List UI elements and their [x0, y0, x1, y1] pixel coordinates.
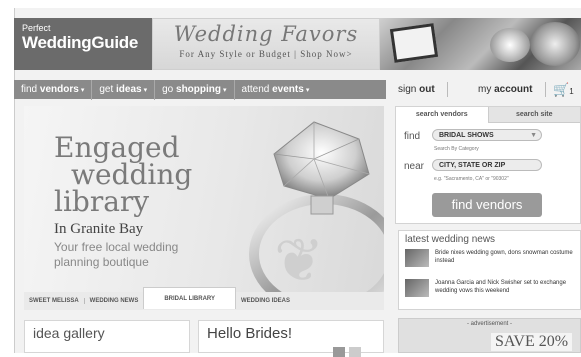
- tab-bridal-library[interactable]: BRIDAL LIBRARY: [143, 287, 237, 309]
- nav-get-ideas[interactable]: get ideas ▾: [92, 79, 156, 100]
- nav-label-pre: get: [99, 83, 117, 95]
- nav-divider: [545, 82, 546, 97]
- tab-wedding-ideas[interactable]: WEDDING IDEAS: [236, 298, 295, 304]
- main-nav: find vendors ▾ get ideas ▾ go shopping ▾ at…: [14, 79, 386, 100]
- nav-label-pre: go: [162, 83, 177, 95]
- find-label: find: [404, 131, 421, 142]
- advertisement[interactable]: - advertisement - SAVE 20%: [398, 318, 581, 353]
- tab-sweet-melissa[interactable]: SWEET MELISSA: [24, 298, 85, 304]
- my-account-link[interactable]: my account: [478, 80, 532, 99]
- news-thumbnail-image: [405, 249, 429, 267]
- banner-title: Wedding Favors: [173, 22, 359, 46]
- news-headline: Bride nixes wedding gown, dons snowman c…: [435, 250, 573, 264]
- site-logo[interactable]: Perfect WeddingGuide: [14, 18, 152, 70]
- vendor-search-panel: search vendors search site find BRIDAL S…: [395, 106, 581, 224]
- tab-wedding-news[interactable]: WEDDING NEWS: [85, 298, 144, 304]
- banner-photo[interactable]: [380, 18, 581, 70]
- news-item[interactable]: Joanna Garcia and Nick Swisher set to ex…: [405, 279, 575, 297]
- hero-subtitle-line1: Your free local wedding: [54, 240, 179, 254]
- cart-button[interactable]: 🛒1: [553, 82, 574, 98]
- ad-label: - advertisement -: [466, 321, 512, 327]
- photo-frame-image: [389, 23, 439, 63]
- hero-title-line2: wedding: [71, 158, 193, 191]
- nav-go-shopping[interactable]: go shopping ▾: [155, 79, 235, 100]
- ring-photo-image: [490, 28, 530, 62]
- find-vendors-button[interactable]: find vendors: [432, 193, 542, 217]
- news-thumbnail-image: [405, 279, 429, 297]
- news-item[interactable]: Bride nixes wedding gown, dons snowman c…: [405, 249, 575, 267]
- location-input-value: CITY, STATE OR ZIP: [439, 162, 506, 169]
- nav-label-bold: ideas: [116, 83, 142, 95]
- latest-news-panel: latest wedding news Bride nixes wedding …: [398, 230, 581, 310]
- chevron-down-icon: ▾: [305, 86, 310, 94]
- sign-out-link[interactable]: sign out: [398, 80, 435, 99]
- cart-icon: 🛒: [553, 82, 570, 97]
- hero-tab-bar: SWEET MELISSA WEDDING NEWS BRIDAL LIBRAR…: [24, 287, 384, 310]
- location-hint: e.g. "Sacramento, CA" or "90302": [434, 176, 509, 182]
- wedding-favors-banner[interactable]: Wedding Favors For Any Style or Budget |…: [152, 18, 380, 70]
- nav-label-bold: events: [272, 83, 304, 95]
- banner-subtitle: For Any Style or Budget | Shop Now>: [179, 49, 353, 59]
- chevron-down-icon: ▾: [80, 86, 85, 94]
- chevron-down-icon: ▾: [143, 86, 148, 94]
- category-select[interactable]: BRIDAL SHOWS ▼: [432, 129, 542, 141]
- hero-location: In Granite Bay: [54, 221, 144, 237]
- idea-gallery-title[interactable]: idea gallery: [25, 321, 189, 345]
- logo-line1: Perfect: [22, 23, 51, 33]
- tab-search-site[interactable]: search site: [487, 107, 580, 123]
- flower-photo-image: [530, 22, 580, 66]
- hero-title-line3: library: [54, 185, 150, 218]
- hello-brides-title: Hello Brides!: [207, 325, 293, 342]
- tab-search-vendors[interactable]: search vendors: [396, 107, 488, 123]
- slider-dot[interactable]: [349, 347, 361, 357]
- hero-subtitle: Your free local wedding planning boutiqu…: [54, 240, 192, 270]
- chevron-down-icon: ▼: [530, 132, 537, 139]
- hello-brides-card: Hello Brides!: [198, 320, 384, 357]
- account-pre: my: [478, 84, 495, 95]
- nav-label-pre: find: [21, 83, 40, 95]
- nav-label-bold: shopping: [176, 83, 222, 95]
- near-label: near: [404, 161, 425, 172]
- category-select-value: BRIDAL SHOWS: [439, 132, 494, 139]
- ad-save-text: SAVE 20%: [491, 333, 573, 351]
- nav-divider: [447, 82, 448, 97]
- cart-count: 1: [569, 87, 574, 96]
- category-hint: Search By Category: [434, 146, 479, 152]
- news-headline: Joanna Garcia and Nick Swisher set to ex…: [435, 280, 567, 294]
- news-heading: latest wedding news: [405, 234, 496, 245]
- hero-text: Engaged wedding library In Granite Bay Y…: [54, 134, 192, 270]
- location-input[interactable]: CITY, STATE OR ZIP: [432, 159, 542, 171]
- hero-subtitle-line2: planning boutique: [54, 255, 149, 269]
- slider-dot[interactable]: [333, 347, 345, 357]
- hero-title: Engaged wedding library: [54, 131, 193, 218]
- nav-label-bold: vendors: [39, 83, 79, 95]
- diamond-ring-image: [249, 121, 384, 310]
- nav-label-pre: attend: [241, 83, 273, 95]
- signout-pre: sign: [398, 84, 420, 95]
- idea-gallery-card: idea gallery: [24, 320, 190, 353]
- account-bold: account: [494, 84, 533, 95]
- chevron-down-icon: ▾: [223, 86, 227, 94]
- nav-attend-events[interactable]: attend events ▾: [235, 80, 317, 100]
- hero-banner[interactable]: ❦ Engaged wedding library In Granite Bay…: [24, 106, 384, 310]
- nav-find-vendors[interactable]: find vendors ▾: [14, 79, 93, 100]
- hero-title-line1: Engaged: [54, 131, 180, 164]
- search-tabs: search vendors search site: [396, 107, 580, 123]
- signout-bold: out: [419, 84, 435, 95]
- logo-line2: WeddingGuide: [22, 33, 139, 52]
